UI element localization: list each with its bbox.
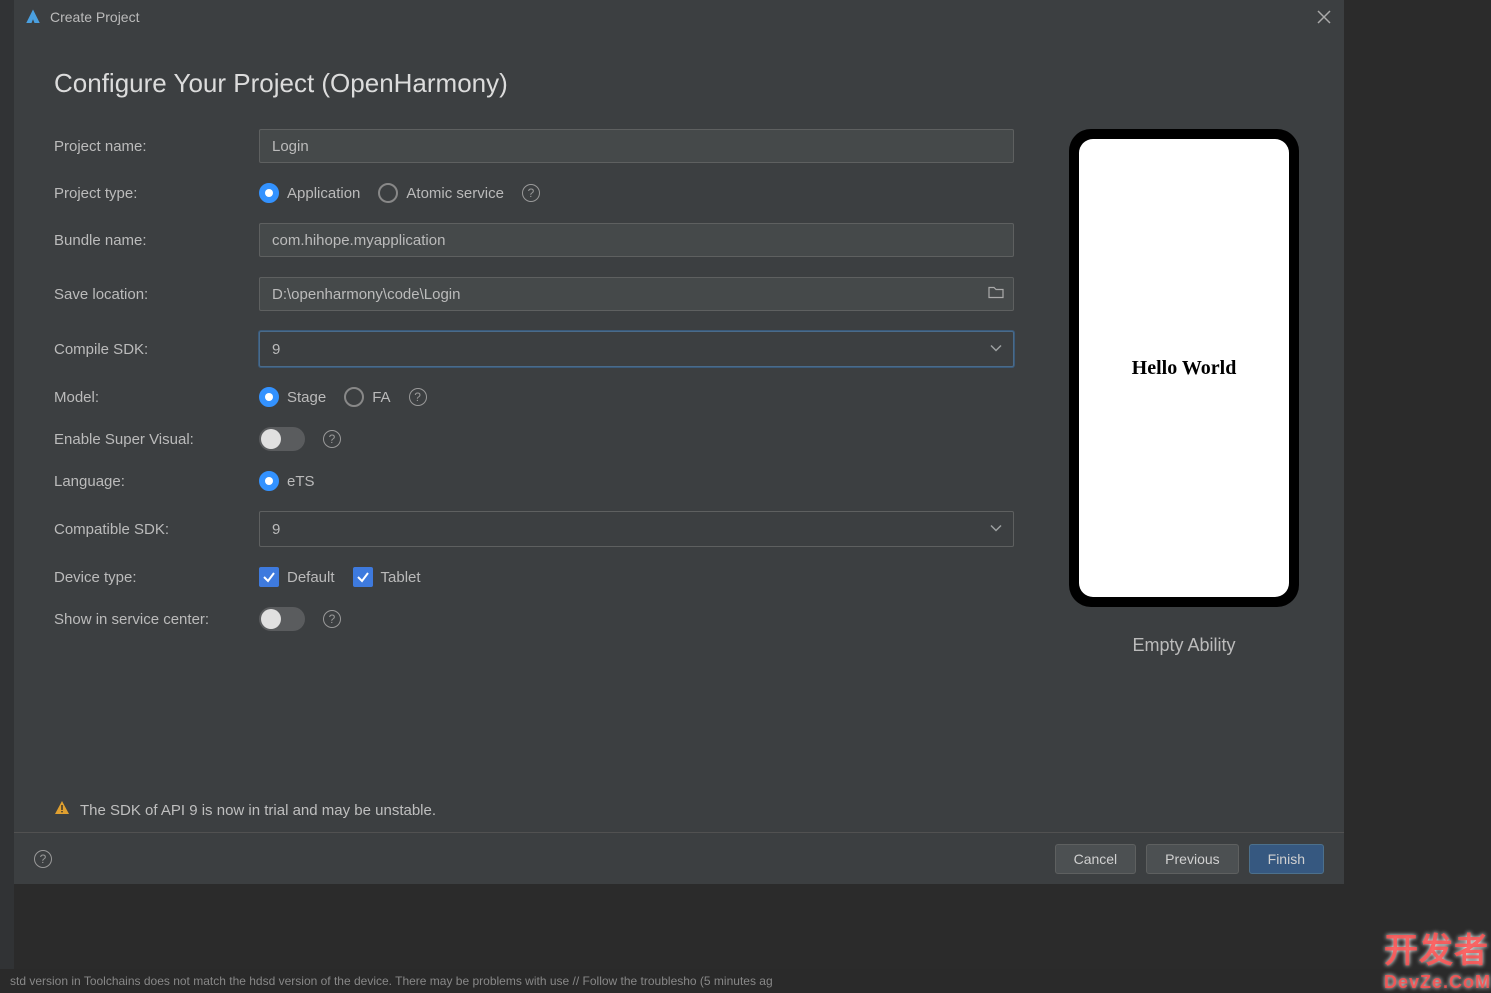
save-location-input[interactable] [259, 277, 1014, 311]
project-name-input[interactable] [259, 129, 1014, 163]
warning-text: The SDK of API 9 is now in trial and may… [80, 802, 436, 819]
compile-sdk-dropdown[interactable]: 9 [259, 331, 1014, 367]
radio-application-label: Application [287, 185, 360, 202]
show-in-service-center-label: Show in service center: [54, 611, 259, 628]
chevron-down-icon [989, 341, 1003, 358]
help-icon[interactable]: ? [34, 850, 52, 868]
save-location-label: Save location: [54, 286, 259, 303]
warning-icon [54, 800, 70, 820]
show-in-service-center-toggle[interactable] [259, 607, 305, 631]
radio-atomic-label: Atomic service [406, 185, 504, 202]
finish-button[interactable]: Finish [1249, 844, 1324, 874]
help-icon[interactable]: ? [323, 610, 341, 628]
radio-atomic-service[interactable]: Atomic service [378, 183, 504, 203]
dialog-content: Configure Your Project (OpenHarmony) Pro… [14, 34, 1344, 832]
phone-screen: Hello World [1079, 139, 1289, 597]
checkbox-default-label: Default [287, 569, 335, 586]
titlebar: Create Project [14, 0, 1344, 34]
project-type-label: Project type: [54, 185, 259, 202]
compatible-sdk-dropdown[interactable]: 9 [259, 511, 1014, 547]
warning-bar: The SDK of API 9 is now in trial and may… [54, 800, 436, 820]
radio-ets[interactable]: eTS [259, 471, 315, 491]
checkbox-default[interactable]: Default [259, 567, 335, 587]
dialog-title: Create Project [50, 9, 139, 25]
preview-text: Hello World [1132, 357, 1237, 380]
compatible-sdk-label: Compatible SDK: [54, 521, 259, 538]
checkbox-tablet[interactable]: Tablet [353, 567, 421, 587]
folder-icon[interactable] [988, 285, 1004, 304]
watermark-main: 开发者 [1384, 932, 1489, 970]
bundle-name-input[interactable] [259, 223, 1014, 257]
radio-stage[interactable]: Stage [259, 387, 326, 407]
preview-panel: Hello World Empty Ability [1064, 129, 1304, 656]
preview-label: Empty Ability [1064, 635, 1304, 656]
compile-sdk-value: 9 [272, 341, 280, 358]
app-icon [24, 8, 42, 26]
dialog-footer: ? Cancel Previous Finish [14, 832, 1344, 884]
compile-sdk-label: Compile SDK: [54, 341, 259, 358]
compatible-sdk-value: 9 [272, 521, 280, 538]
language-label: Language: [54, 473, 259, 490]
help-icon[interactable]: ? [323, 430, 341, 448]
page-title: Configure Your Project (OpenHarmony) [54, 68, 1304, 99]
enable-super-visual-toggle[interactable] [259, 427, 305, 451]
ide-left-gutter [0, 0, 14, 993]
model-label: Model: [54, 389, 259, 406]
enable-super-visual-label: Enable Super Visual: [54, 431, 259, 448]
statusbar-text: std version in Toolchains does not match… [10, 974, 773, 988]
cancel-button[interactable]: Cancel [1055, 844, 1137, 874]
previous-button[interactable]: Previous [1146, 844, 1238, 874]
create-project-dialog: Create Project Configure Your Project (O… [14, 0, 1344, 884]
checkbox-tablet-label: Tablet [381, 569, 421, 586]
radio-application[interactable]: Application [259, 183, 360, 203]
radio-stage-label: Stage [287, 389, 326, 406]
phone-frame: Hello World [1069, 129, 1299, 607]
help-icon[interactable]: ? [522, 184, 540, 202]
ide-statusbar: std version in Toolchains does not match… [0, 969, 1491, 993]
close-icon[interactable] [1314, 7, 1334, 27]
chevron-down-icon [989, 521, 1003, 538]
radio-ets-label: eTS [287, 473, 315, 490]
device-type-label: Device type: [54, 569, 259, 586]
bundle-name-label: Bundle name: [54, 232, 259, 249]
help-icon[interactable]: ? [409, 388, 427, 406]
radio-fa-label: FA [372, 389, 390, 406]
radio-fa[interactable]: FA [344, 387, 390, 407]
project-name-label: Project name: [54, 138, 259, 155]
